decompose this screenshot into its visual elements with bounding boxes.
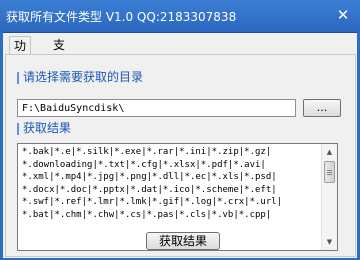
scroll-down-arrow-icon[interactable]: ▼ xyxy=(323,235,336,249)
result-line: *.docx|*.doc|*.pptx|*.dat|*.ico|*.scheme… xyxy=(22,184,277,195)
tab-function[interactable]: 功能 xyxy=(9,36,32,71)
fetch-results-button[interactable]: 获取结果 xyxy=(146,232,220,250)
result-label-text: 获取结果 xyxy=(23,121,72,135)
result-line: *.bat|*.chm|*.chw|*.cs|*.pas|*.cls|*.vb|… xyxy=(22,209,272,220)
app-window: 获取所有文件类型 V1.0 QQ:2183307838 ✕ 功能 支持 请选择需… xyxy=(0,0,360,260)
directory-path-input[interactable]: F:\BaiduSyncdisk\ xyxy=(17,99,296,117)
result-line: *.xml|*.mp4|*.jpg|*.png|*.dll|*.ec|*.xls… xyxy=(22,172,277,182)
section-marker xyxy=(17,71,19,84)
scrollbar-thumb[interactable] xyxy=(324,161,335,183)
directory-label-text: 请选择需要获取的目录 xyxy=(23,70,144,84)
result-text: *.bak|*.e|*.silk|*.exe|*.rar|*.ini|*.zip… xyxy=(22,146,320,221)
window-title: 获取所有文件类型 V1.0 QQ:2183307838 xyxy=(6,10,237,24)
grip-line xyxy=(327,170,332,171)
close-icon[interactable]: ✕ xyxy=(334,6,352,24)
section-marker xyxy=(17,122,19,135)
title-bar[interactable]: 获取所有文件类型 V1.0 QQ:2183307838 ✕ xyxy=(0,0,360,32)
browse-button[interactable]: ... xyxy=(303,99,341,117)
client-area: 功能 支持 请选择需要获取的目录 F:\BaiduSyncdisk\ ... 获… xyxy=(3,32,357,258)
result-line: *.downloading|*.txt|*.cfg|*.xlsx|*.pdf|*… xyxy=(22,159,266,170)
result-line: *.bak|*.e|*.silk|*.exe|*.rar|*.ini|*.zip… xyxy=(22,147,272,157)
directory-section-label: 请选择需要获取的目录 xyxy=(17,68,143,85)
tab-support[interactable]: 支持 xyxy=(49,36,69,70)
grip-line xyxy=(327,174,332,175)
result-section-label: 获取结果 xyxy=(17,119,71,136)
grip-line xyxy=(327,172,332,173)
vertical-scrollbar[interactable]: ▲ ▼ xyxy=(321,144,337,250)
result-line: *.swf|*.ref|*.lmr|*.lmk|*.gif|*.log|*.cr… xyxy=(22,197,283,207)
scroll-up-arrow-icon[interactable]: ▲ xyxy=(323,145,336,159)
